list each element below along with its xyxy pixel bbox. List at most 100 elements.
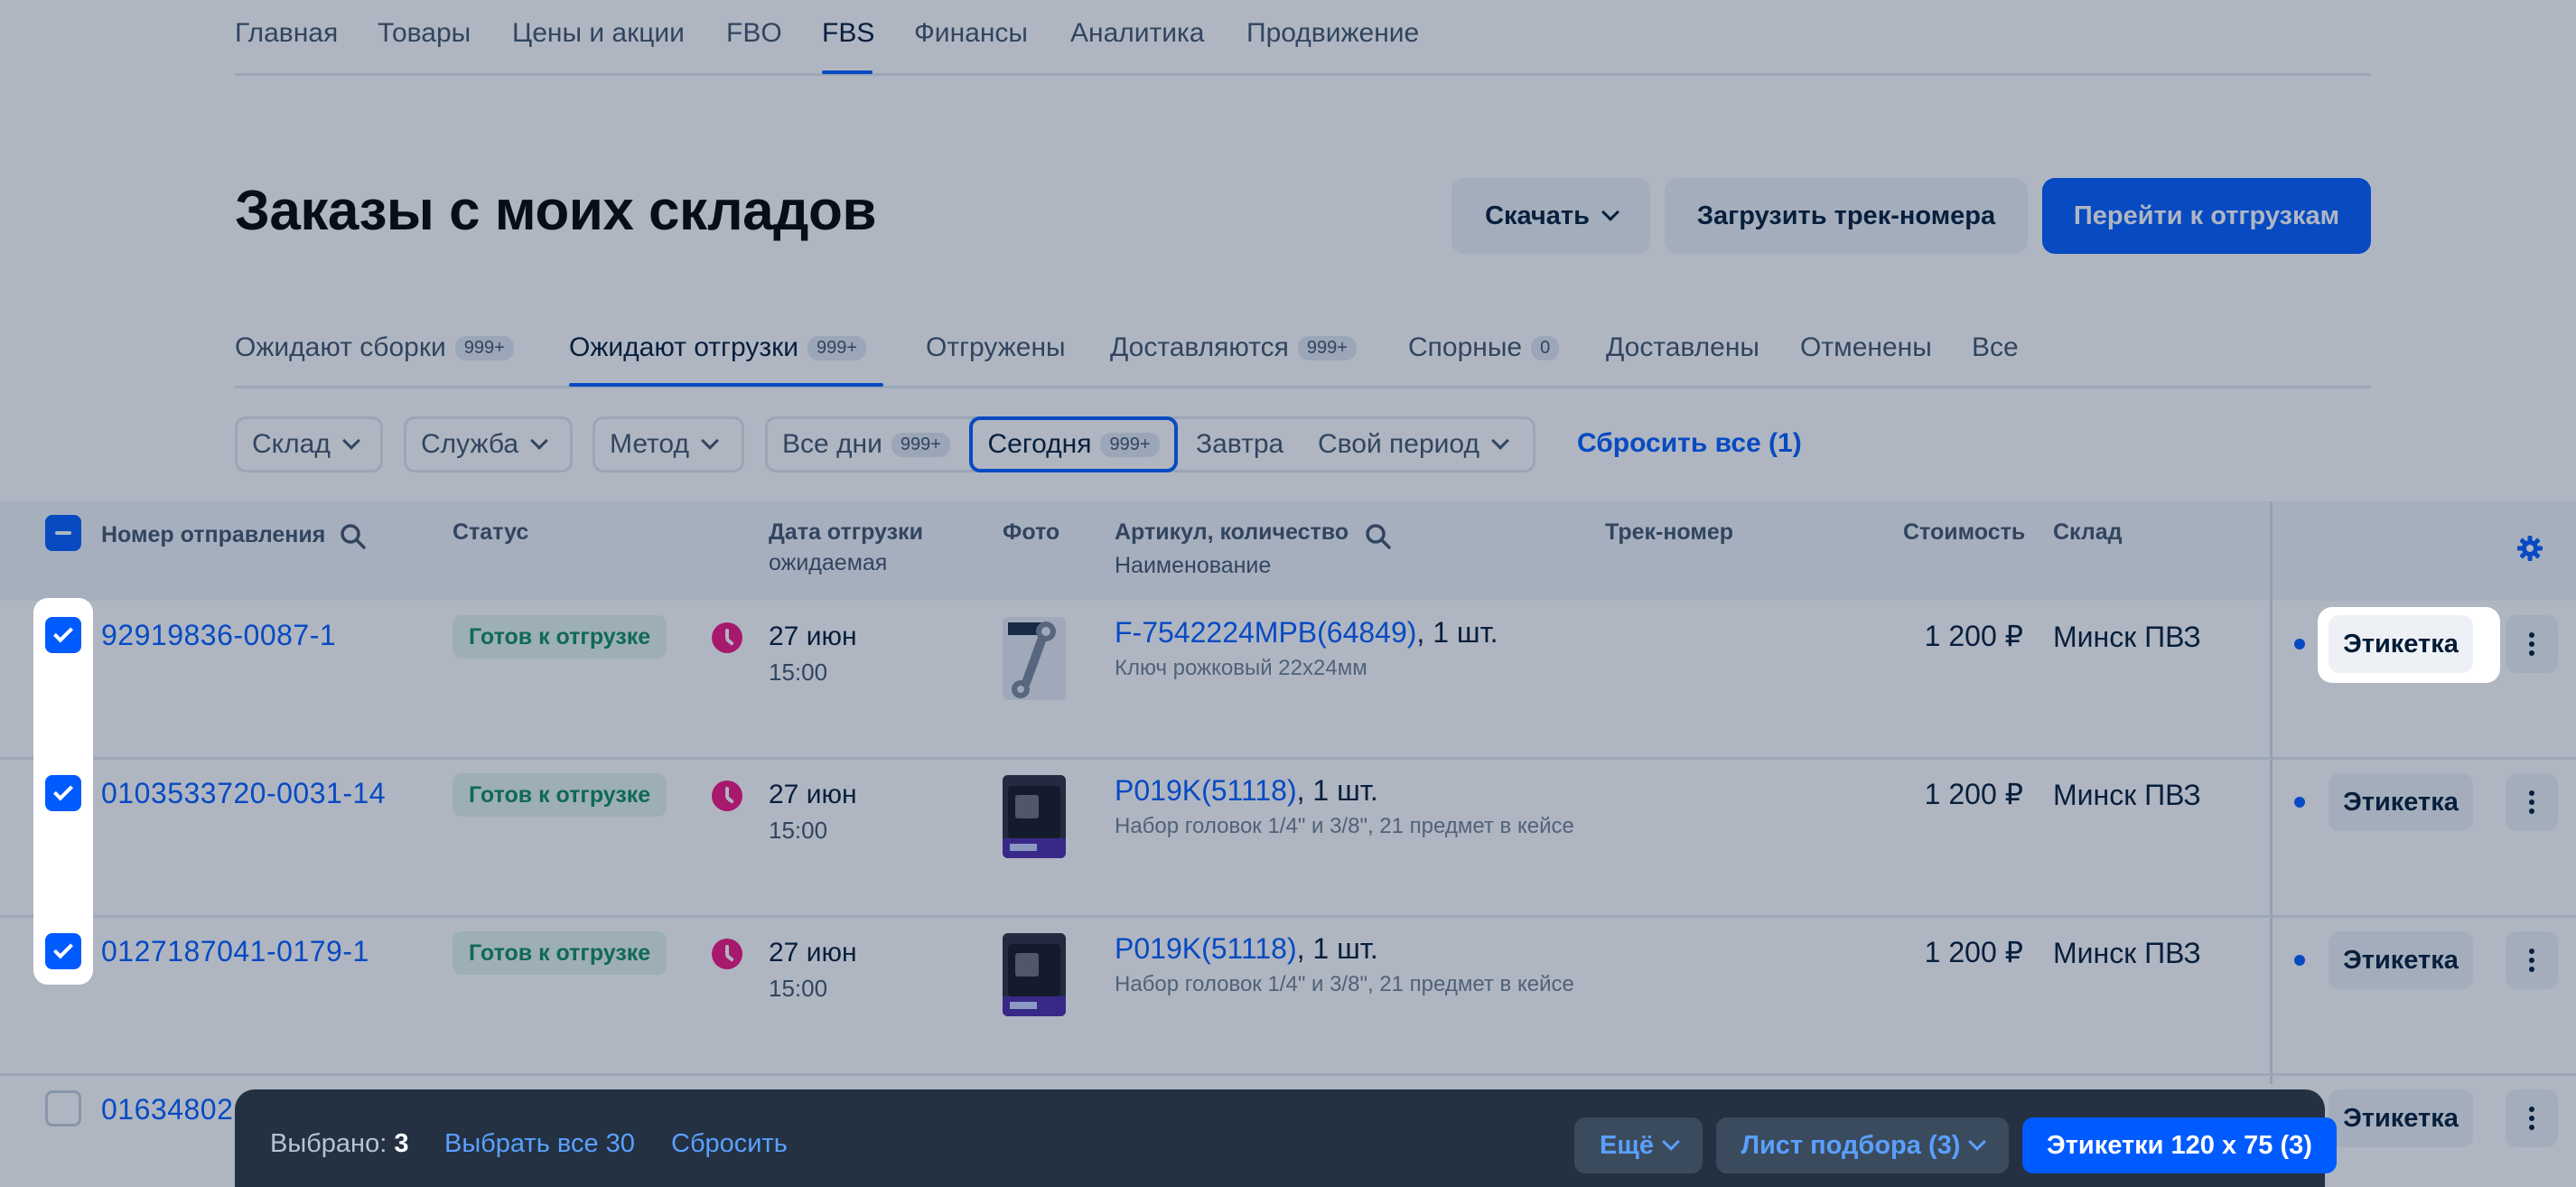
product-photo[interactable] <box>1003 933 1066 1016</box>
sku-quantity: P019K(51118), 1 шт. <box>1115 774 1378 808</box>
sku-link[interactable]: F-7542224MPB(64849) <box>1115 616 1416 649</box>
date-own-period[interactable]: Свой период <box>1318 416 1509 472</box>
action-column-divider <box>2270 501 2273 1084</box>
label-button[interactable]: Этикетка <box>2329 931 2473 989</box>
nav-item-analytics[interactable]: Аналитика <box>1070 18 1205 49</box>
tab-cancelled[interactable]: Отменены <box>1800 332 1932 363</box>
date-today[interactable]: Сегодня 999+ <box>969 416 1178 472</box>
column-header-photo: Фото <box>1003 519 1060 545</box>
page-title: Заказы с моих складов <box>235 180 877 242</box>
ship-date: 27 июн <box>769 622 857 651</box>
ship-date: 27 июн <box>769 780 857 809</box>
selected-count: Выбрано: 3 <box>270 1129 408 1159</box>
count-badge: 999+ <box>891 432 950 457</box>
label-button[interactable]: Этикетка <box>2329 615 2473 673</box>
sku-link[interactable]: P019K(51118) <box>1115 932 1297 965</box>
search-icon[interactable] <box>339 522 368 551</box>
more-menu-button[interactable]: Ещё <box>1574 1117 1703 1173</box>
shipment-number-link[interactable]: 92919836-0087-1 <box>101 619 336 652</box>
chevron-down-icon <box>1662 1133 1680 1151</box>
socket-set-product-image <box>1003 933 1066 1016</box>
upload-track-numbers-button[interactable]: Загрузить трек-номера <box>1665 178 2028 254</box>
check-icon <box>53 780 73 801</box>
warehouse-filter[interactable]: Склад <box>235 416 383 472</box>
reset-selection-link[interactable]: Сбросить <box>671 1129 788 1159</box>
reset-all-filters-link[interactable]: Сбросить все (1) <box>1577 428 1802 459</box>
warehouse-name: Минск ПВЗ <box>2053 937 2201 969</box>
minus-icon <box>55 531 71 535</box>
go-to-shipments-button[interactable]: Перейти к отгрузкам <box>2042 178 2371 254</box>
warehouse-name: Минск ПВЗ <box>2053 779 2201 811</box>
search-icon[interactable] <box>1364 522 1393 551</box>
row-checkbox[interactable] <box>45 617 81 653</box>
more-actions-button[interactable] <box>2506 615 2558 673</box>
date-own-period-label: Свой период <box>1318 429 1479 459</box>
pick-list-button[interactable]: Лист подбора (3) <box>1716 1117 2009 1173</box>
tab-awaiting-assembly[interactable]: Ожидают сборки 999+ <box>235 332 514 363</box>
unread-indicator <box>2294 797 2305 808</box>
tab-delivering[interactable]: Доставляются 999+ <box>1110 332 1357 363</box>
row-checkbox[interactable] <box>45 775 81 811</box>
chevron-down-icon <box>1968 1133 1987 1151</box>
ship-date: 27 июн <box>769 938 857 967</box>
column-header-status: Статус <box>453 519 529 545</box>
select-all-checkbox[interactable] <box>45 515 81 551</box>
shipment-number-link[interactable]: 01634802 <box>101 1093 233 1126</box>
label-button[interactable]: Этикетка <box>2329 1089 2473 1147</box>
tab-label: Все <box>1972 332 2019 362</box>
shipment-number-link[interactable]: 0127187041-0179-1 <box>101 935 369 968</box>
clock-icon <box>712 780 742 811</box>
selected-number: 3 <box>394 1129 409 1158</box>
nav-item-products[interactable]: Товары <box>378 18 471 49</box>
more-actions-button[interactable] <box>2506 931 2558 989</box>
method-filter[interactable]: Метод <box>593 416 744 472</box>
shipment-number-link[interactable]: 0103533720-0031-14 <box>101 777 386 810</box>
nav-item-fbo[interactable]: FBO <box>726 18 782 49</box>
status-tabs: Ожидают сборки 999+ Ожидают отгрузки 999… <box>235 307 2371 388</box>
tab-shipped[interactable]: Отгружены <box>926 332 1066 363</box>
product-photo[interactable] <box>1003 775 1066 858</box>
nav-item-main[interactable]: Главная <box>235 18 338 49</box>
column-header-cost: Стоимость <box>1903 519 2026 545</box>
download-button[interactable]: Скачать <box>1451 178 1650 254</box>
tab-awaiting-shipment[interactable]: Ожидают отгрузки 999+ <box>569 332 867 363</box>
tab-active-indicator <box>569 383 883 387</box>
chevron-down-icon <box>530 432 548 450</box>
gear-icon[interactable] <box>2516 535 2543 562</box>
column-header-number: Номер отправления <box>101 522 326 547</box>
product-photo[interactable] <box>1003 617 1066 700</box>
column-header-warehouse: Склад <box>2053 519 2123 545</box>
more-actions-button[interactable] <box>2506 773 2558 831</box>
label-button[interactable]: Этикетка <box>2329 773 2473 831</box>
warehouse-filter-label: Склад <box>252 429 331 459</box>
date-all-days[interactable]: Все дни 999+ <box>782 416 950 472</box>
more-actions-button[interactable] <box>2506 1089 2558 1147</box>
row-checkbox[interactable] <box>45 933 81 969</box>
quantity: , 1 шт. <box>1296 932 1378 965</box>
check-icon <box>53 939 73 959</box>
product-name: Набор головок 1/4" и 3/8", 21 предмет в … <box>1115 972 1574 996</box>
tab-all[interactable]: Все <box>1972 332 2019 363</box>
date-all-days-label: Все дни <box>782 429 882 459</box>
nav-item-prices[interactable]: Цены и акции <box>512 18 685 49</box>
print-labels-button[interactable]: Этикетки 120 х 75 (3) <box>2022 1117 2337 1173</box>
chevron-down-icon <box>1601 203 1619 221</box>
sku-link[interactable]: P019K(51118) <box>1115 774 1297 807</box>
date-tomorrow[interactable]: Завтра <box>1196 416 1283 472</box>
select-all-link[interactable]: Выбрать все 30 <box>444 1129 635 1159</box>
count-badge: 999+ <box>1297 335 1357 360</box>
table-header <box>0 501 2576 601</box>
column-header-track: Трек-номер <box>1605 519 1734 545</box>
tab-delivered[interactable]: Доставлены <box>1606 332 1759 363</box>
tab-label: Ожидают сборки <box>235 332 446 362</box>
column-header-sku-qty: Артикул, количество <box>1115 519 1349 545</box>
nav-item-fbs[interactable]: FBS <box>822 18 874 49</box>
date-today-label: Сегодня <box>987 429 1092 459</box>
tab-disputed[interactable]: Спорные 0 <box>1408 332 1560 363</box>
service-filter[interactable]: Служба <box>404 416 573 472</box>
row-checkbox[interactable] <box>45 1090 81 1126</box>
price: 1 200 ₽ <box>1924 778 2023 810</box>
nav-item-finance[interactable]: Финансы <box>914 18 1028 49</box>
row-divider <box>0 1073 2576 1076</box>
nav-item-promotion[interactable]: Продвижение <box>1246 18 1419 49</box>
